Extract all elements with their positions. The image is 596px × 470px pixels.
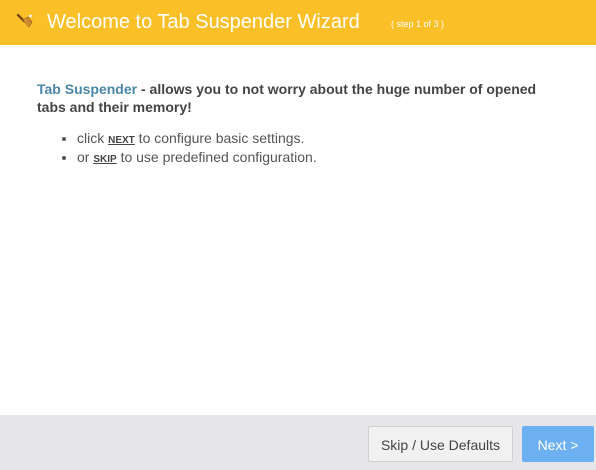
next-keyword: NEXT [108,135,135,146]
step-indicator: ( step 1 of 3 ) [391,19,445,29]
intro-text: Tab Suspender - allows you to not worry … [37,80,557,116]
list-item-suffix: to use predefined configuration. [116,149,317,165]
list-item-prefix: or [77,149,94,165]
brand-name: Tab Suspender [37,81,138,97]
list-item-suffix: to configure basic settings. [134,130,305,146]
wizard-header: Welcome to Tab Suspender Wizard ( step 1… [0,0,596,45]
wizard-content: Tab Suspender - allows you to not worry … [37,80,557,168]
wizard-title: Welcome to Tab Suspender Wizard [47,11,360,33]
next-button[interactable]: Next > [522,426,594,462]
skip-keyword: SKIP [93,154,117,165]
list-item: click NEXT to configure basic settings. [77,130,557,149]
list-item: or SKIP to use predefined configuration. [77,149,557,168]
broom-icon [15,12,35,32]
list-item-prefix: click [77,130,109,146]
skip-use-defaults-button[interactable]: Skip / Use Defaults [368,426,513,462]
instruction-list: click NEXT to configure basic settings. … [37,130,557,168]
wizard-footer: Skip / Use Defaults Next > [0,415,596,470]
wizard-page: Welcome to Tab Suspender Wizard ( step 1… [0,0,596,470]
